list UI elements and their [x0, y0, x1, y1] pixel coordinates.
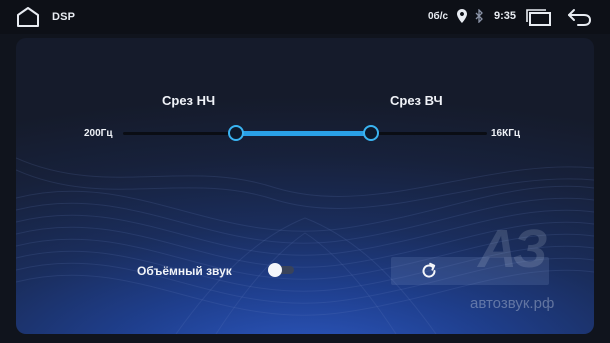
crossover-range-slider[interactable] — [123, 123, 487, 143]
back-icon[interactable] — [566, 7, 592, 27]
slider-selected-range — [235, 131, 371, 136]
dsp-screen: DSP 0б/с 9:35 Срез НЧ Срез ВЧ 200Гц 16КГ… — [0, 0, 610, 343]
high-cut-label: Срез ВЧ — [390, 93, 443, 108]
status-bar: DSP 0б/с 9:35 — [0, 0, 610, 34]
recent-apps-icon[interactable] — [524, 8, 552, 26]
reset-button[interactable] — [391, 257, 549, 285]
clock: 9:35 — [494, 10, 517, 22]
high-cut-thumb[interactable] — [362, 125, 379, 141]
surround-sound-label: Объёмный звук — [137, 264, 232, 278]
toggle-knob — [268, 263, 282, 277]
app-title: DSP — [52, 11, 76, 23]
dsp-panel: Срез НЧ Срез ВЧ 200Гц 16КГц Объёмный зву… — [16, 38, 594, 334]
location-icon — [457, 9, 467, 23]
surround-sound-toggle[interactable] — [268, 263, 294, 277]
bluetooth-icon — [475, 9, 483, 23]
network-speed: 0б/с — [428, 11, 449, 22]
background-waves — [16, 157, 594, 334]
low-cut-thumb[interactable] — [227, 125, 244, 141]
home-icon[interactable] — [16, 6, 40, 28]
min-frequency-label: 200Гц — [84, 128, 113, 139]
low-cut-label: Срез НЧ — [162, 93, 216, 108]
max-frequency-label: 16КГц — [491, 128, 521, 139]
refresh-icon — [422, 262, 436, 278]
